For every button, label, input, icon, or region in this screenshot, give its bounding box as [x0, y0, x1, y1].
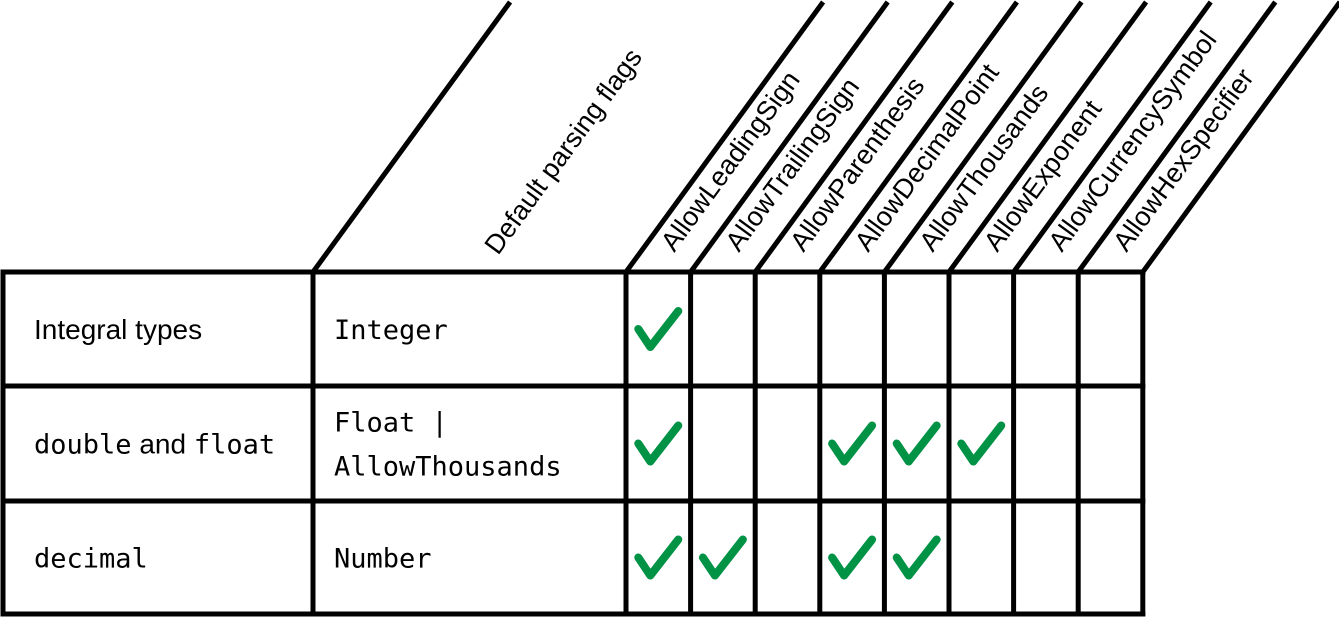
checkmark-icon [828, 421, 877, 466]
row-default-flags: Number [334, 544, 432, 575]
column-headers: Default parsing flags AllowLeadingSignAll… [479, 26, 1260, 260]
checkmark-icon [957, 421, 1006, 466]
checkmark-icon [634, 535, 683, 580]
checkmark-icon [892, 421, 941, 466]
type-label-part: and [132, 429, 194, 460]
table-grid [0, 0, 1339, 617]
parsing-flags-table: Default parsing flags AllowLeadingSignAll… [0, 0, 1339, 617]
checkmark-icon [892, 535, 941, 580]
row-default-flags: Integer [334, 315, 448, 346]
type-label-part: double [34, 430, 132, 461]
row-default-flags: AllowThousands [334, 452, 562, 483]
checkmark-icon [634, 307, 683, 351]
row-type-label: decimal [34, 544, 148, 575]
table-body: Integral types Integer double and float Flo… [34, 314, 562, 575]
row-type-label: double and float [34, 429, 275, 461]
row-type-label: Integral types [34, 314, 202, 345]
checkmark-icon [828, 535, 877, 580]
header-diagonal [1140, 0, 1339, 274]
row-default-flags: Float | [334, 408, 448, 439]
header-diagonal [310, 0, 513, 274]
header-diagonal [1076, 0, 1278, 274]
checkmark-icon [698, 535, 747, 580]
type-label-part: Integral types [34, 314, 202, 345]
type-label-part: decimal [34, 544, 148, 575]
checkmark-icon [634, 421, 683, 466]
type-label-part: float [194, 430, 275, 461]
header-default-parsing-flags: Default parsing flags [479, 43, 648, 259]
